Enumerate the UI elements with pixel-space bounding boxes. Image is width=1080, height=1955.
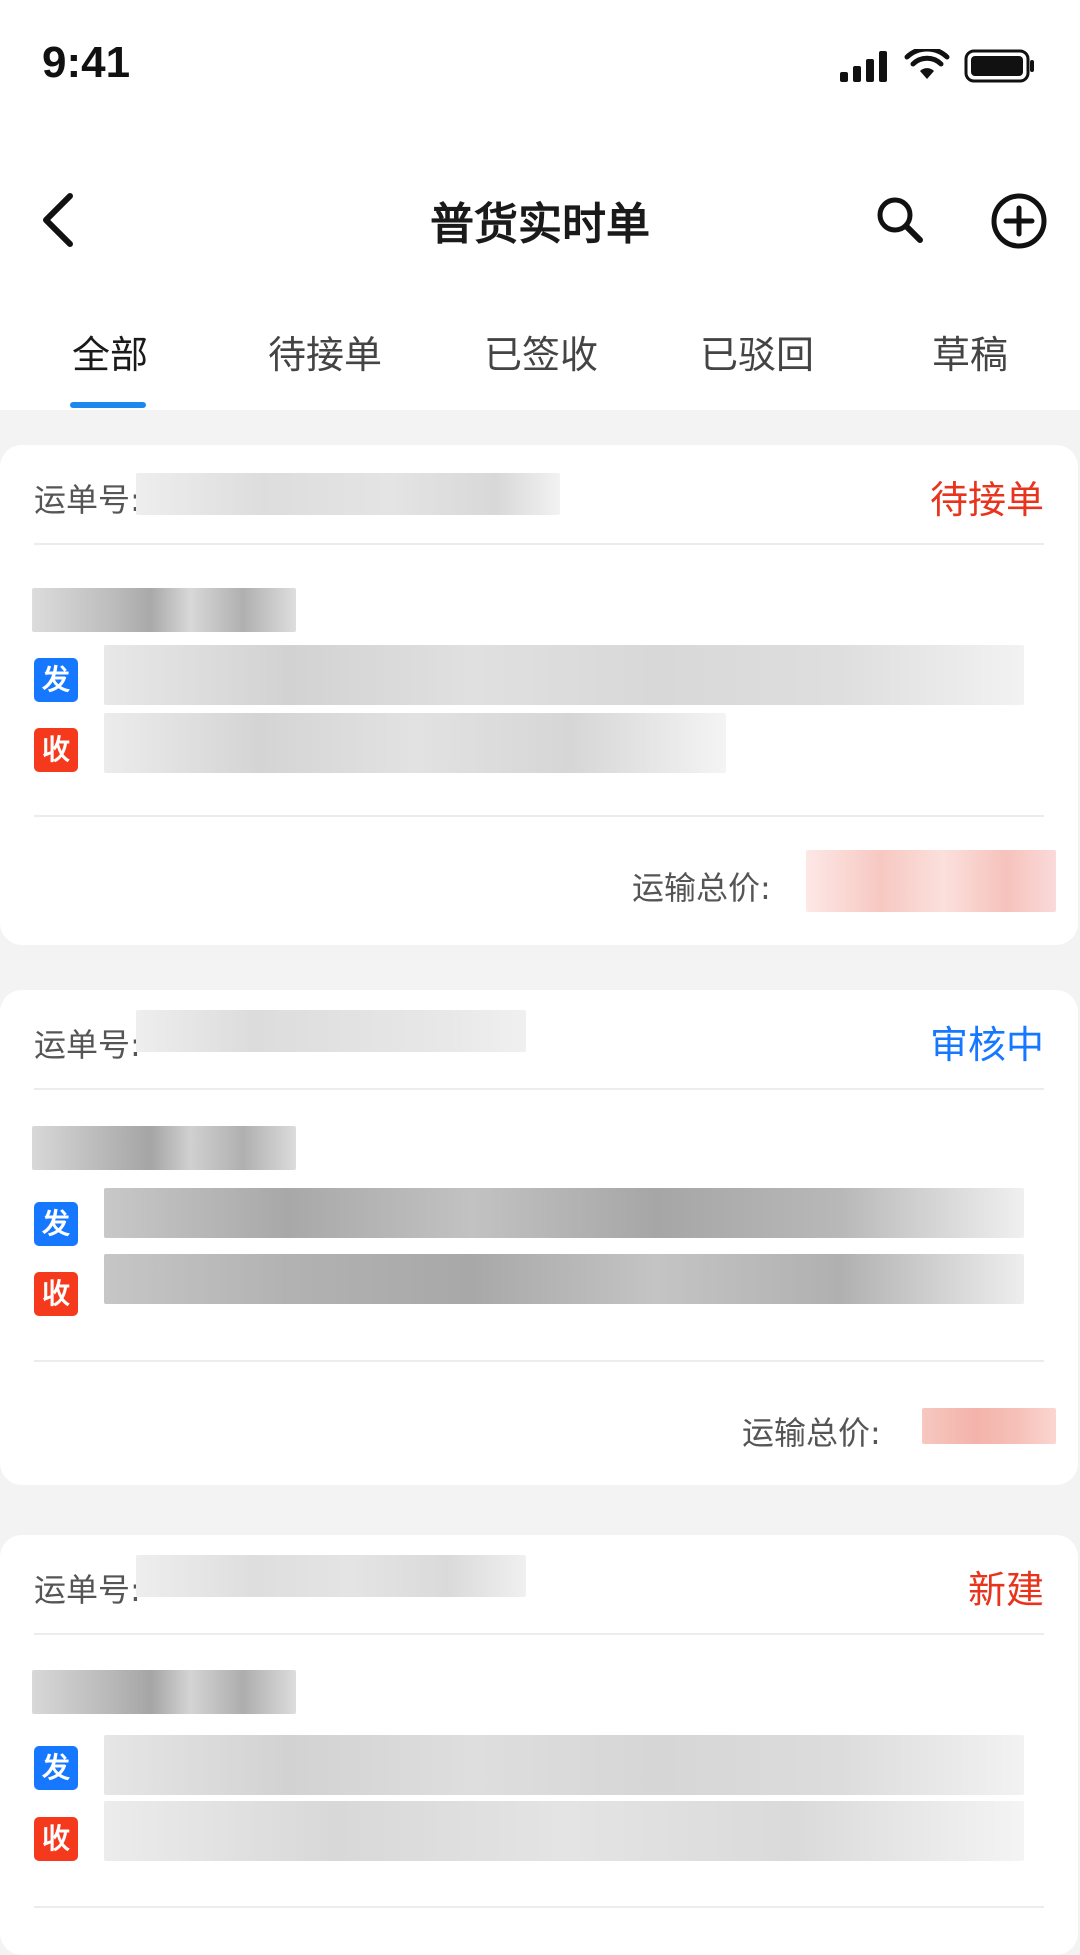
- send-address-redacted: [104, 1735, 1024, 1795]
- price-value-redacted: [806, 850, 1056, 912]
- cargo-name-redacted: [32, 1670, 296, 1714]
- add-circle-icon: [991, 193, 1047, 249]
- divider: [34, 1906, 1044, 1908]
- signal-icon: [840, 51, 887, 82]
- send-tag: 发: [34, 658, 78, 702]
- price-label: 运输总价:: [632, 869, 771, 907]
- search-icon: [877, 197, 923, 243]
- add-button[interactable]: [988, 190, 1050, 252]
- cargo-name-redacted: [32, 1126, 296, 1170]
- order-header: 运单号: 审核中: [0, 990, 1078, 1090]
- cargo-name-redacted: [32, 588, 296, 632]
- tab-draft[interactable]: 草稿: [910, 324, 1030, 384]
- order-card[interactable]: 运单号: 新建 发 收: [0, 1535, 1078, 1955]
- waybill-number-redacted: [136, 1555, 526, 1597]
- waybill-label: 运单号:: [34, 481, 141, 519]
- tab-rejected[interactable]: 已驳回: [682, 324, 832, 384]
- tab-bar: 全部 待接单 已签收 已驳回 草稿: [0, 310, 1080, 410]
- price-label: 运输总价:: [742, 1414, 881, 1452]
- divider: [34, 815, 1044, 817]
- status-bar: 9:41: [0, 0, 1080, 130]
- nav-bar: 普货实时单: [0, 160, 1080, 280]
- status-badge: 待接单: [929, 478, 1044, 522]
- header-area: 9:41 普货实时单 全部 待接单 已签收 已驳回 草稿: [0, 0, 1080, 410]
- receive-address-redacted: [104, 1801, 1024, 1861]
- waybill-number-redacted: [136, 1010, 526, 1052]
- waybill-label: 运单号:: [34, 1571, 141, 1609]
- send-tag: 发: [34, 1202, 78, 1246]
- send-address-redacted: [104, 645, 1024, 705]
- order-header: 运单号: 待接单: [0, 445, 1078, 545]
- status-time: 9:41: [42, 38, 131, 87]
- status-badge: 审核中: [929, 1023, 1044, 1067]
- order-header: 运单号: 新建: [0, 1535, 1078, 1635]
- waybill-label: 运单号:: [34, 1026, 141, 1064]
- order-card[interactable]: 运单号: 待接单 发 收 运输总价:: [0, 445, 1078, 945]
- tab-signed[interactable]: 已签收: [466, 324, 616, 384]
- divider: [34, 1360, 1044, 1362]
- receive-tag: 收: [34, 728, 78, 772]
- receive-address-redacted: [104, 713, 726, 773]
- tab-indicator: [70, 402, 146, 408]
- send-tag: 发: [34, 1746, 78, 1790]
- status-badge: 新建: [967, 1568, 1044, 1612]
- tab-all[interactable]: 全部: [50, 324, 170, 384]
- receive-address-redacted: [104, 1254, 1024, 1304]
- price-value-redacted: [922, 1408, 1056, 1444]
- battery-icon: [964, 49, 1034, 83]
- wifi-icon: [904, 49, 950, 79]
- receive-tag: 收: [34, 1272, 78, 1316]
- status-icons: [840, 48, 1036, 84]
- order-card[interactable]: 运单号: 审核中 发 收 运输总价:: [0, 990, 1078, 1485]
- divider: [34, 543, 1044, 545]
- divider: [34, 1088, 1044, 1090]
- receive-tag: 收: [34, 1817, 78, 1861]
- tab-pending[interactable]: 待接单: [250, 324, 400, 384]
- waybill-number-redacted: [136, 473, 560, 515]
- send-address-redacted: [104, 1188, 1024, 1238]
- search-button[interactable]: [870, 190, 930, 250]
- divider: [34, 1633, 1044, 1635]
